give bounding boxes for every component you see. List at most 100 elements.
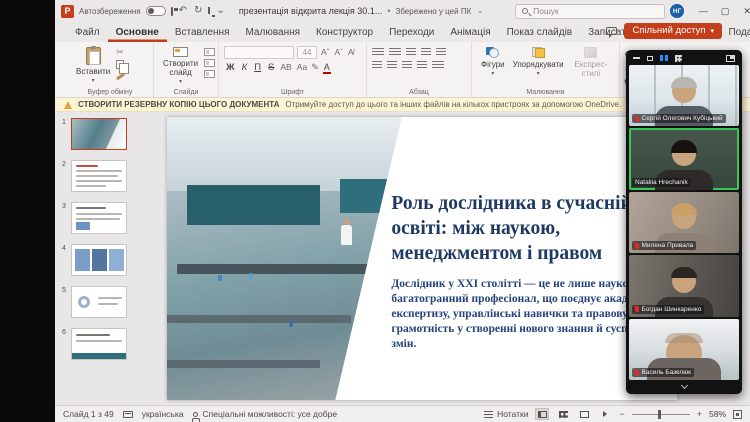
- redo-icon[interactable]: ↻: [193, 6, 203, 16]
- slide-sorter-view-button[interactable]: [556, 408, 570, 420]
- title-bar: P Автозбереження ↶ ↻ ⌄ презентація відкр…: [55, 0, 750, 22]
- current-slide[interactable]: Роль дослідника в сучасній освіті: між н…: [167, 117, 677, 400]
- reading-view-button[interactable]: [577, 408, 591, 420]
- change-case-icon[interactable]: Аа: [296, 63, 309, 72]
- maximize-button[interactable]: ▢: [714, 0, 736, 22]
- zoom-slider-knob[interactable]: [658, 410, 661, 419]
- share-button[interactable]: Спільний доступ ▾: [624, 23, 722, 39]
- increase-indent-icon[interactable]: [421, 48, 431, 57]
- shrink-font-icon[interactable]: Аˇ: [334, 48, 345, 57]
- quick-styles-button[interactable]: Експрес-стилі: [568, 46, 614, 86]
- autosave-toggle[interactable]: [146, 6, 166, 16]
- tab-insert[interactable]: Вставлення: [167, 22, 238, 42]
- fit-to-window-icon[interactable]: [733, 410, 742, 419]
- numbering-icon[interactable]: [389, 48, 401, 57]
- grow-font-icon[interactable]: Аˆ: [320, 48, 331, 57]
- minimize-button[interactable]: —: [692, 0, 714, 22]
- thumbnail-slide-3[interactable]: [71, 202, 127, 234]
- tab-home[interactable]: Основне: [108, 22, 167, 42]
- spellcheck-icon[interactable]: [123, 411, 133, 418]
- saved-state-label[interactable]: Збережено у цей ПК: [395, 7, 471, 16]
- language-label[interactable]: українська: [142, 409, 184, 419]
- notes-button[interactable]: Нотатки: [484, 409, 528, 419]
- justify-icon[interactable]: [417, 61, 427, 70]
- thumb-preview: [92, 249, 107, 271]
- gallery-view-icon[interactable]: [675, 55, 682, 62]
- saved-state-caret-icon[interactable]: ⌄: [476, 8, 484, 15]
- highlight-pen-icon[interactable]: ✎: [311, 62, 319, 73]
- font-name-select[interactable]: [224, 46, 294, 59]
- thumbnail-row[interactable]: 3: [62, 202, 130, 234]
- thumbnail-row[interactable]: 1: [62, 118, 130, 150]
- thumbnail-row[interactable]: 5: [62, 286, 130, 318]
- participant-tile[interactable]: Сергій Олегович Кубіцький: [629, 65, 739, 126]
- new-slide-button[interactable]: Створити слайд ▾: [159, 46, 202, 86]
- copy-icon[interactable]: [116, 60, 124, 69]
- participant-tile[interactable]: Nataliia Hrechanik: [629, 128, 739, 189]
- zoom-in-button[interactable]: +: [697, 409, 702, 419]
- arrange-button[interactable]: Упорядкувати ▾: [509, 46, 568, 86]
- speaker-view-icon[interactable]: [660, 55, 668, 61]
- save-icon[interactable]: [171, 7, 173, 16]
- panel-layout-icon[interactable]: [726, 55, 735, 62]
- thumbnail-slide-6[interactable]: [71, 328, 127, 360]
- paste-button[interactable]: Вставити ▾: [72, 46, 114, 86]
- zoom-slider[interactable]: [632, 414, 690, 415]
- columns-icon[interactable]: [432, 61, 444, 70]
- participant-tile[interactable]: Василь Базелюк: [629, 319, 739, 380]
- slide-layout-icon[interactable]: [204, 48, 215, 56]
- font-color-icon[interactable]: А: [322, 63, 332, 72]
- thumbnail-row[interactable]: 2: [62, 160, 130, 192]
- start-slideshow-icon[interactable]: [208, 7, 210, 14]
- zoom-level[interactable]: 58%: [709, 409, 726, 419]
- section-icon[interactable]: [204, 70, 215, 78]
- screen: P Автозбереження ↶ ↻ ⌄ презентація відкр…: [0, 0, 750, 422]
- tab-draw[interactable]: Малювання: [237, 22, 308, 42]
- tab-view[interactable]: Подання: [720, 22, 750, 42]
- reset-slide-icon[interactable]: [204, 59, 215, 67]
- underline-button[interactable]: П: [252, 63, 263, 73]
- thumbnail-slide-2[interactable]: [71, 160, 127, 192]
- zoom-out-button[interactable]: −: [619, 409, 624, 419]
- bullets-icon[interactable]: [372, 48, 384, 57]
- quick-access-more-icon[interactable]: ⌄: [215, 6, 225, 16]
- close-button[interactable]: ✕: [736, 0, 750, 22]
- participant-tile[interactable]: Богдан Шинкаренко: [629, 255, 739, 316]
- format-painter-icon[interactable]: [116, 73, 125, 81]
- comments-icon[interactable]: [606, 27, 617, 35]
- italic-button[interactable]: К: [240, 63, 250, 73]
- panel-collapse-button[interactable]: [628, 381, 740, 392]
- bold-button[interactable]: Ж: [224, 63, 237, 73]
- strikethrough-button[interactable]: S: [266, 63, 276, 73]
- normal-view-button[interactable]: [535, 408, 549, 420]
- thumbnail-row[interactable]: 4: [62, 244, 130, 276]
- thumbnail-row[interactable]: 6: [62, 328, 130, 360]
- align-right-icon[interactable]: [402, 61, 412, 70]
- shapes-button[interactable]: Фігури ▾: [477, 46, 509, 86]
- decrease-indent-icon[interactable]: [406, 48, 416, 57]
- panel-restore-icon[interactable]: [647, 56, 653, 61]
- tab-transitions[interactable]: Переходи: [381, 22, 442, 42]
- panel-minimize-icon[interactable]: [633, 57, 640, 59]
- user-avatar[interactable]: НГ: [670, 4, 684, 18]
- tab-file[interactable]: Файл: [67, 22, 108, 42]
- search-input[interactable]: Пошук: [515, 4, 665, 19]
- thumbnail-slide-4[interactable]: [71, 244, 127, 276]
- thumbnail-slide-5[interactable]: [71, 286, 127, 318]
- tab-animations[interactable]: Анімація: [442, 22, 498, 42]
- thumbnail-slide-1[interactable]: [71, 118, 127, 150]
- accessibility-status[interactable]: Спеціальні можливості: усе добре: [193, 409, 338, 419]
- tab-design[interactable]: Конструктор: [308, 22, 381, 42]
- participant-tile[interactable]: Милена Привала: [629, 192, 739, 253]
- line-spacing-icon[interactable]: [436, 48, 446, 57]
- font-size-select[interactable]: 44: [297, 46, 317, 59]
- align-center-icon[interactable]: [387, 61, 397, 70]
- tab-slideshow[interactable]: Показ слайдів: [499, 22, 581, 42]
- undo-icon[interactable]: ↶: [178, 6, 188, 16]
- cut-icon[interactable]: ✂: [116, 48, 125, 57]
- accessibility-icon: [193, 412, 198, 417]
- clear-format-icon[interactable]: А̸: [347, 48, 355, 57]
- char-spacing-icon[interactable]: АВ: [279, 63, 292, 72]
- align-left-icon[interactable]: [372, 61, 382, 70]
- slideshow-view-button[interactable]: [598, 408, 612, 420]
